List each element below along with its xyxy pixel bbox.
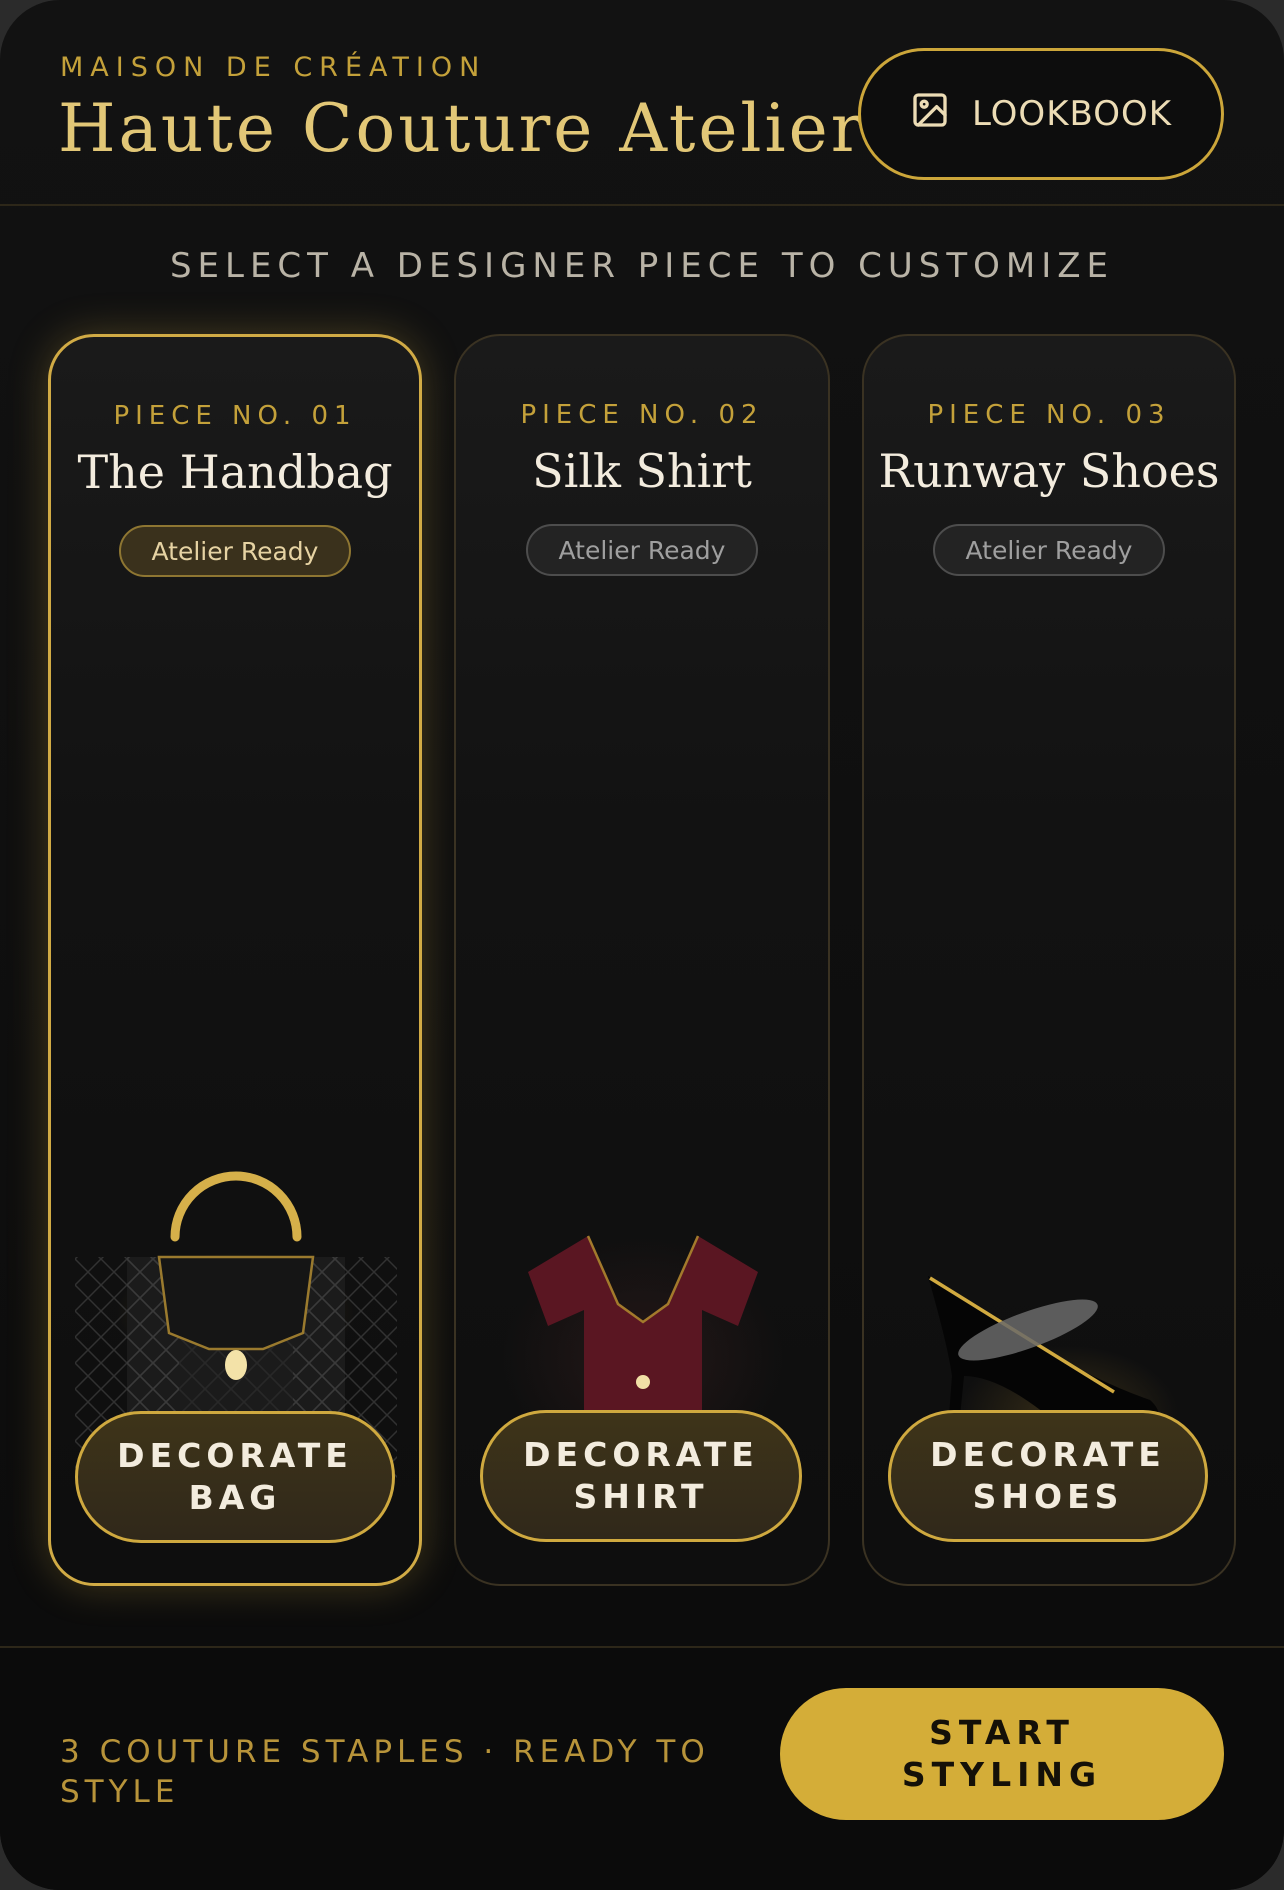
- status-badge: Atelier Ready: [526, 524, 758, 576]
- status-badge: Atelier Ready: [119, 525, 351, 577]
- card-handbag[interactable]: PIECE NO. 01 The Handbag Atelier Ready D…: [48, 334, 422, 1586]
- section-subtitle: SELECT A DESIGNER PIECE TO CUSTOMIZE: [169, 246, 1115, 286]
- piece-name: Silk Shirt: [532, 444, 752, 498]
- lookbook-label: LOOKBOOK: [971, 94, 1173, 134]
- status-badge: Atelier Ready: [933, 524, 1165, 576]
- header: MAISON DE CRÉATION Haute Couture Atelier…: [0, 0, 1284, 206]
- piece-number: PIECE NO. 01: [113, 401, 357, 431]
- footer-bar: 3 COUTURE STAPLES · READY TO STYLE START…: [0, 1646, 1284, 1890]
- card-shirt[interactable]: PIECE NO. 02 Silk Shirt Atelier Ready DE…: [454, 334, 830, 1586]
- lookbook-button[interactable]: LOOKBOOK: [858, 48, 1224, 180]
- brand-eyebrow: MAISON DE CRÉATION: [60, 52, 487, 83]
- piece-name: The Handbag: [77, 445, 393, 499]
- decorate-shoes-button[interactable]: DECORATE SHOES: [888, 1410, 1208, 1542]
- collection-summary: 3 COUTURE STAPLES · READY TO STYLE: [60, 1734, 710, 1810]
- start-styling-button[interactable]: START STYLING: [780, 1688, 1224, 1820]
- piece-number: PIECE NO. 03: [927, 400, 1171, 430]
- card-shoes[interactable]: PIECE NO. 03 Runway Shoes Atelier Ready …: [862, 334, 1236, 1586]
- image-icon: [910, 90, 950, 139]
- piece-name: Runway Shoes: [878, 444, 1220, 498]
- app-window: MAISON DE CRÉATION Haute Couture Atelier…: [0, 0, 1284, 1890]
- decorate-shirt-button[interactable]: DECORATE SHIRT: [480, 1410, 802, 1542]
- piece-number: PIECE NO. 02: [520, 400, 764, 430]
- decorate-bag-button[interactable]: DECORATE BAG: [75, 1411, 395, 1543]
- page-title: Haute Couture Atelier: [58, 90, 866, 167]
